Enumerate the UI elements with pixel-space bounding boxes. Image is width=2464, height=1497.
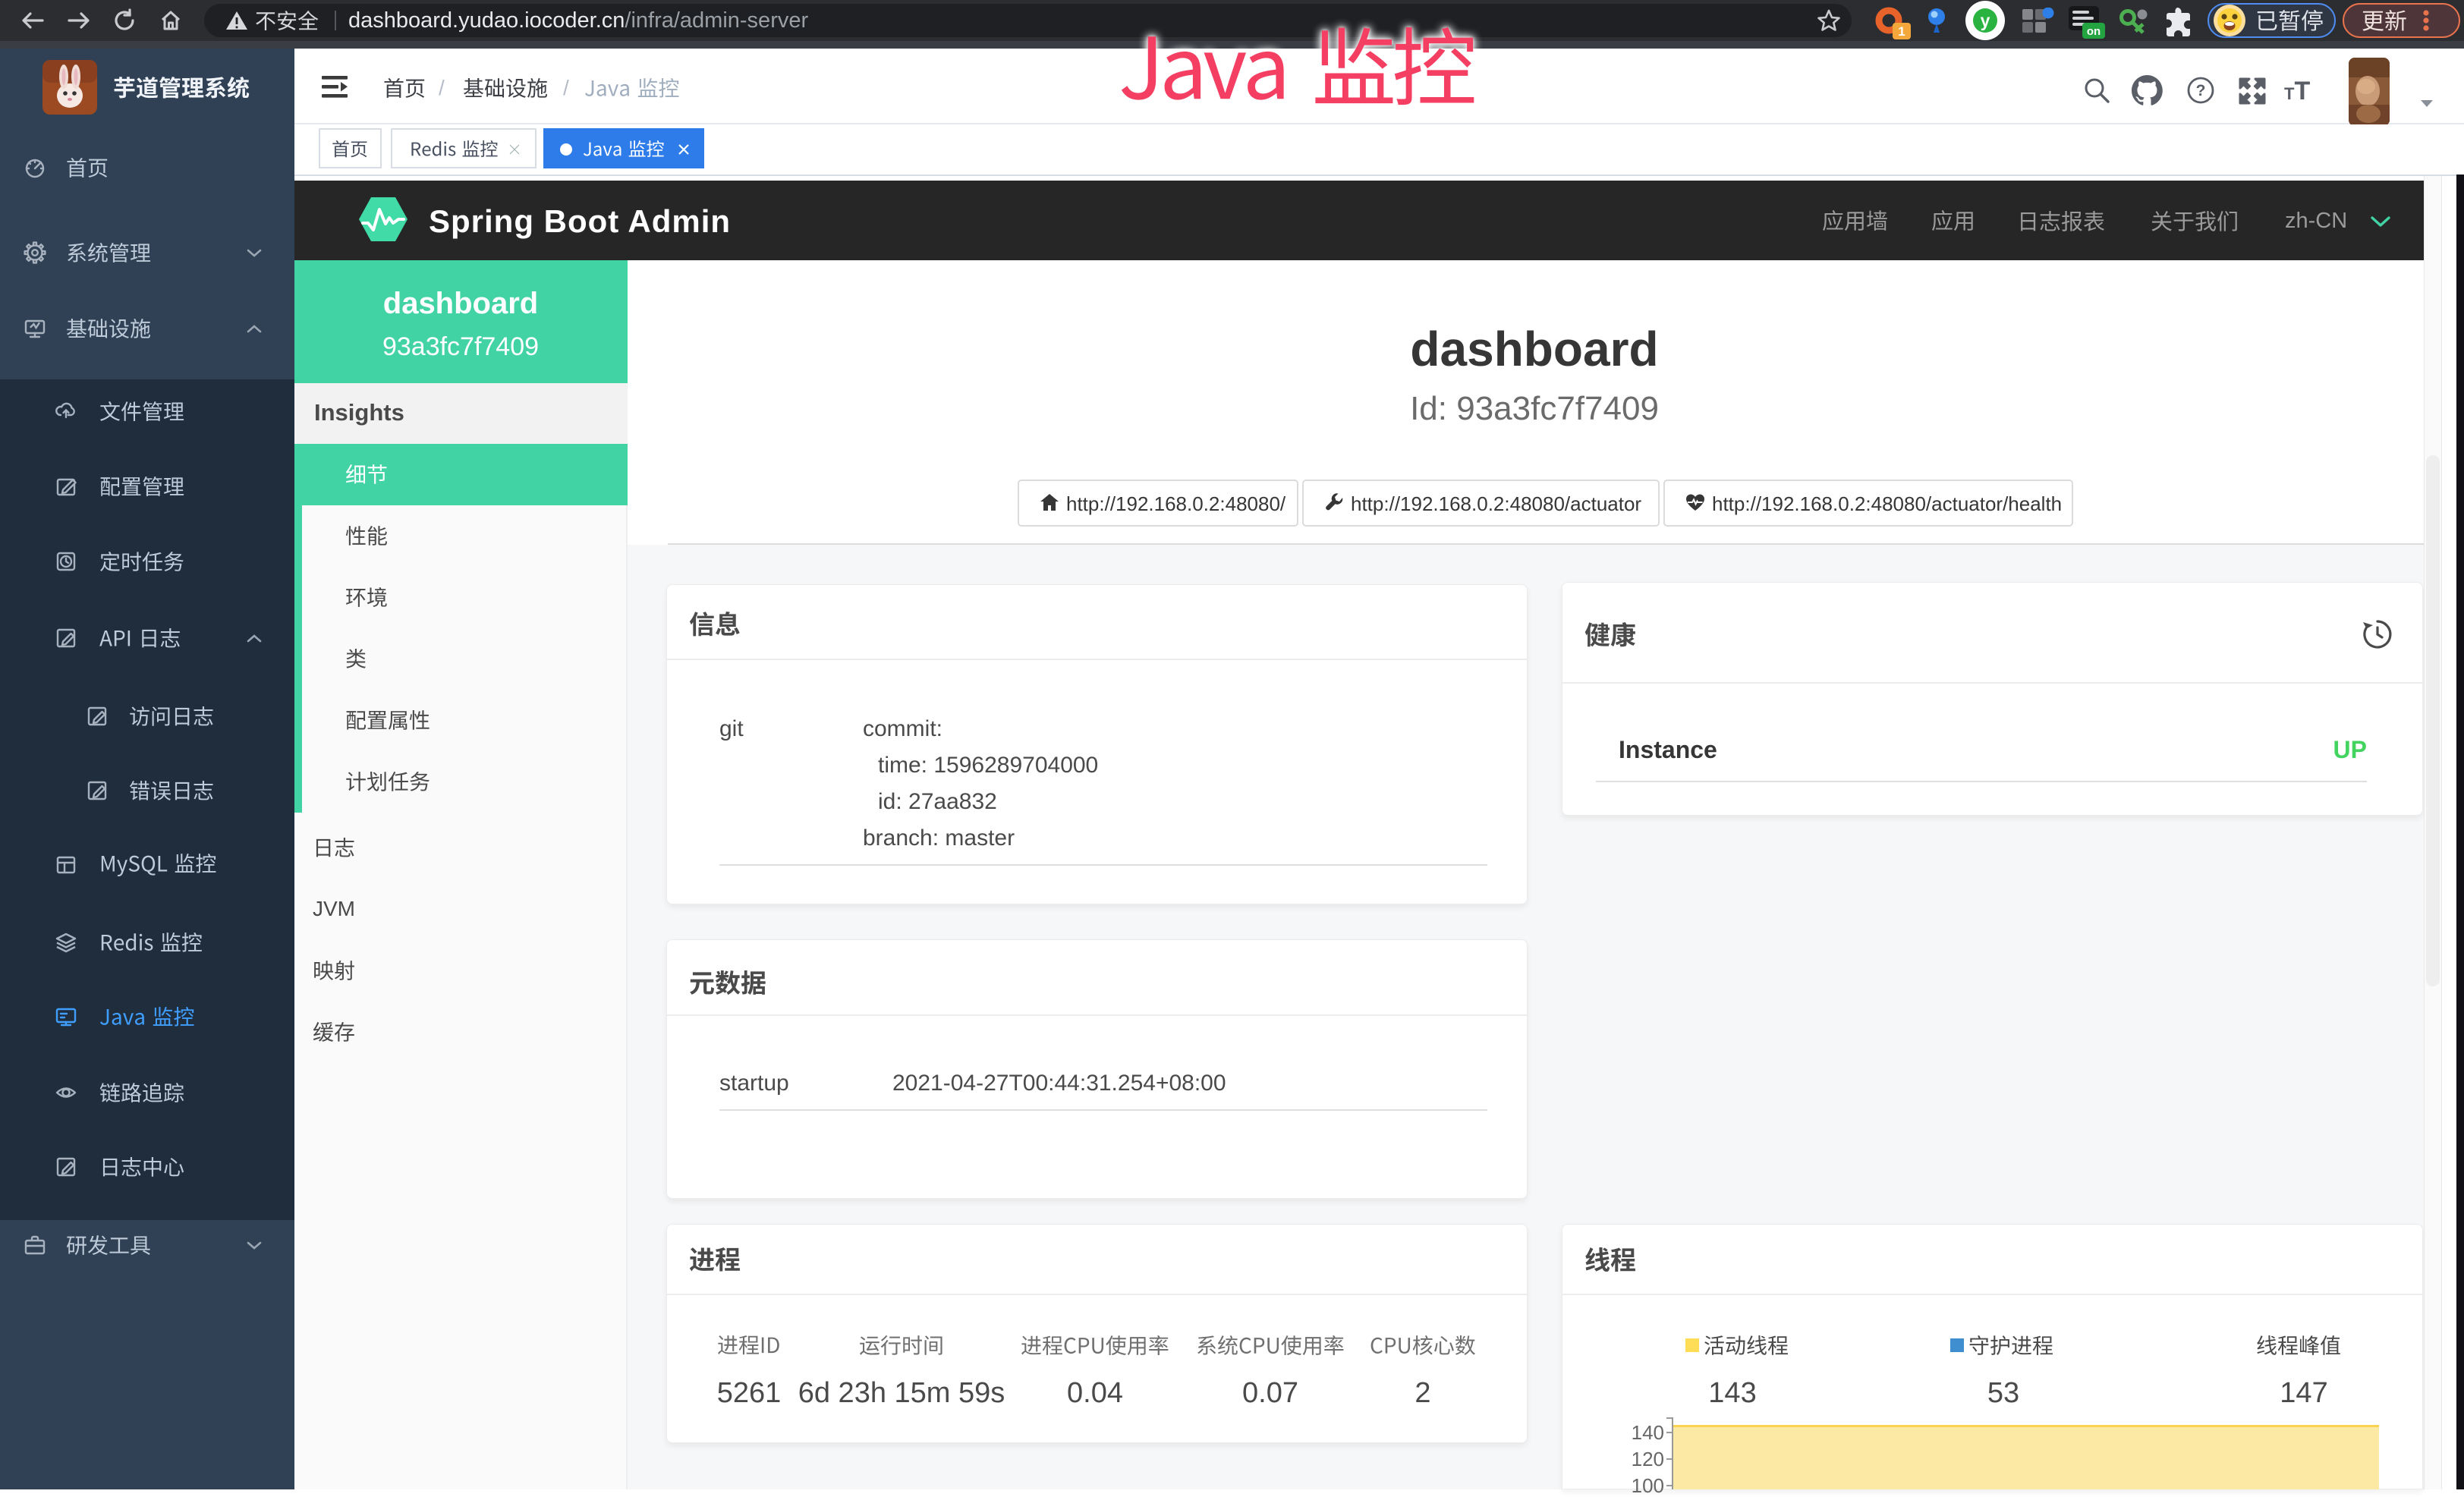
svg-text:?: ? [2196,82,2206,99]
svg-text:y: y [1981,11,1990,30]
svg-text:1: 1 [1898,24,1905,39]
svg-text:on: on [2087,25,2101,38]
